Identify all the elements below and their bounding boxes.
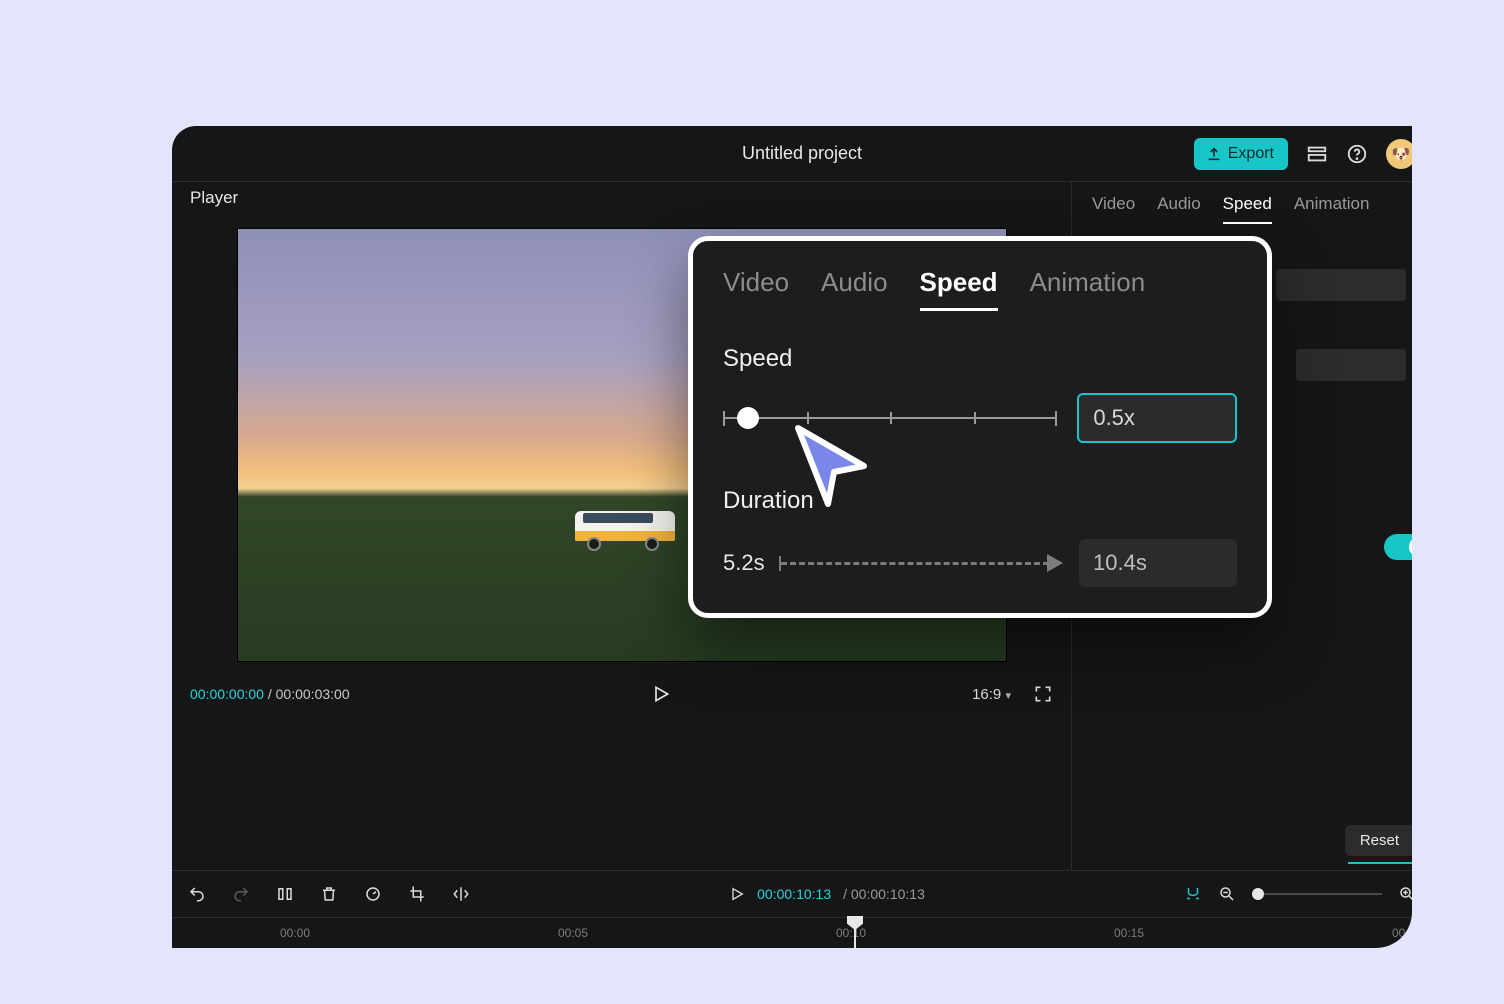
duration-arrow [781, 562, 1063, 564]
trash-icon[interactable] [320, 885, 338, 903]
timeline-ruler[interactable]: 00:00 00:05 00:10 00:15 00:20 [172, 918, 1412, 948]
ruler-mark: 00:05 [558, 926, 588, 940]
avatar[interactable]: 🐶 [1386, 139, 1412, 169]
project-title[interactable]: Untitled project [742, 143, 862, 164]
undo-icon[interactable] [188, 885, 206, 903]
duration-to-input[interactable]: 10.4s [1079, 539, 1237, 587]
titlebar: Untitled project Export 🐶 [172, 126, 1412, 182]
pop-speed-label: Speed [723, 345, 1237, 373]
play-button[interactable] [651, 684, 671, 704]
pop-tab-video[interactable]: Video [723, 267, 789, 311]
zoom-out-icon[interactable] [1218, 885, 1236, 903]
player-header-label: Player [172, 182, 1071, 218]
crop-icon[interactable] [408, 885, 426, 903]
fullscreen-icon[interactable] [1033, 684, 1053, 704]
zoom-in-icon[interactable] [1398, 885, 1412, 903]
side-tab-audio[interactable]: Audio [1157, 194, 1200, 224]
export-label: Export [1228, 145, 1274, 163]
side-duration-input[interactable] [1296, 349, 1406, 381]
pop-tab-audio[interactable]: Audio [821, 267, 888, 311]
mirror-icon[interactable] [452, 885, 470, 903]
zoom-slider[interactable] [1252, 893, 1382, 895]
upload-icon [1206, 146, 1222, 162]
speed-value-input[interactable]: 0.5x [1077, 393, 1237, 443]
snap-icon[interactable] [1184, 885, 1202, 903]
export-button[interactable]: Export [1194, 138, 1288, 170]
player-timecode: 00:00:00:00 / 00:00:03:00 [190, 686, 350, 702]
ruler-mark: 00:00 [280, 926, 310, 940]
player-current-time: 00:00:00:00 [190, 686, 264, 702]
side-toggle[interactable] [1384, 534, 1412, 560]
ruler-mark: 00:15 [1114, 926, 1144, 940]
side-speed-input[interactable] [1276, 269, 1406, 301]
split-icon[interactable] [276, 885, 294, 903]
ruler-mark: 00:20 [1392, 926, 1412, 940]
speed-slider-knob[interactable] [737, 407, 759, 429]
side-tab-video[interactable]: Video [1092, 194, 1135, 224]
preview-van-graphic [575, 505, 685, 553]
pop-tab-speed[interactable]: Speed [920, 267, 998, 311]
duration-from: 5.2s [723, 550, 765, 576]
redo-icon[interactable] [232, 885, 250, 903]
speed-slider[interactable] [723, 417, 1057, 419]
pop-tab-animation[interactable]: Animation [1030, 267, 1146, 311]
timeline-total-time: 00:00:10:13 [851, 886, 925, 902]
timeline-current-time: 00:00:10:13 [757, 886, 831, 902]
speed-popover: Video Audio Speed Animation Speed 0.5x D… [688, 236, 1272, 618]
side-tab-speed[interactable]: Speed [1223, 194, 1272, 224]
layers-icon[interactable] [1306, 143, 1328, 165]
reset-button[interactable]: Reset [1345, 825, 1412, 856]
aspect-ratio-select[interactable]: 16:9 ▾ [972, 686, 1011, 703]
ruler-mark: 00:10 [836, 926, 866, 940]
speed-icon[interactable] [364, 885, 382, 903]
timeline-toolbar: 00:00:10:13 / 00:00:10:13 [172, 870, 1412, 918]
side-tab-animation[interactable]: Animation [1294, 194, 1370, 224]
playhead[interactable] [854, 918, 856, 948]
timeline-play-icon[interactable] [729, 886, 745, 902]
side-tabs: Video Audio Speed Animation [1092, 194, 1412, 224]
pop-duration-label: Duration [723, 487, 1237, 515]
help-icon[interactable] [1346, 143, 1368, 165]
player-total-time: 00:00:03:00 [276, 686, 350, 702]
